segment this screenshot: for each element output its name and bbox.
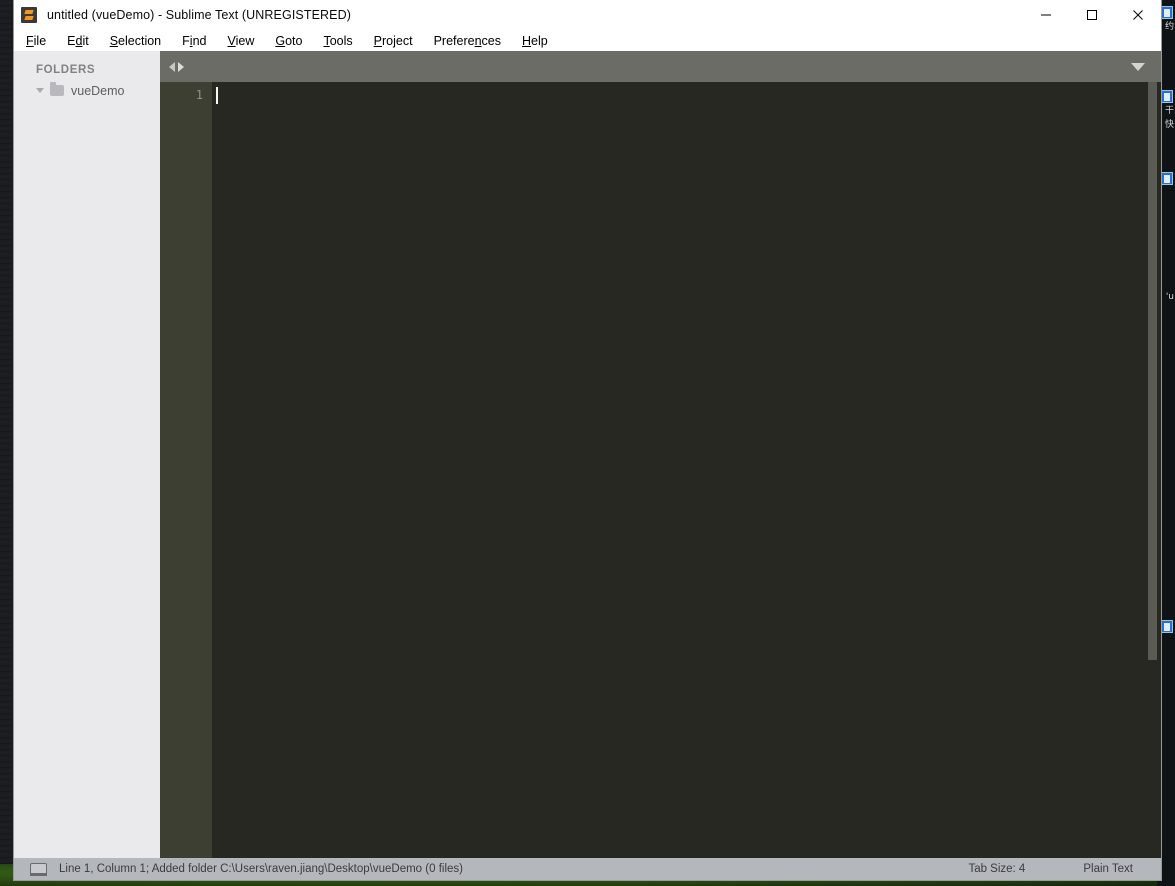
desktop-shortcut-icon[interactable] [1160, 90, 1173, 103]
status-bar: Line 1, Column 1; Added folder C:\Users\… [14, 858, 1161, 880]
menu-item-goto[interactable]: Goto [275, 34, 302, 48]
status-syntax-mode[interactable]: Plain Text [1083, 863, 1133, 875]
arrow-right-icon[interactable] [178, 61, 184, 72]
maximize-icon [1087, 10, 1097, 20]
status-tab-size[interactable]: Tab Size: 4 [968, 863, 1025, 875]
menu-item-view[interactable]: View [227, 34, 254, 48]
chevron-down-icon[interactable] [36, 88, 44, 93]
window-title: untitled (vueDemo) - Sublime Text (UNREG… [47, 8, 351, 22]
menu-item-find[interactable]: Find [182, 34, 206, 48]
desktop-shortcut-icon[interactable] [1160, 620, 1173, 633]
editor-pane: 1 [160, 51, 1161, 858]
sidebar-folder-vuedemo[interactable]: vueDemo [14, 82, 160, 99]
menu-item-project[interactable]: Project [374, 34, 413, 48]
tab-bar [160, 51, 1161, 82]
desktop-icon-label: 干 [1164, 106, 1174, 116]
editor-area[interactable]: 1 [160, 82, 1161, 858]
title-bar: untitled (vueDemo) - Sublime Text (UNREG… [14, 0, 1161, 30]
menu-item-help[interactable]: Help [522, 34, 548, 48]
menu-item-file[interactable]: File [26, 34, 46, 48]
sublime-text-logo-icon [21, 7, 37, 23]
status-message: Line 1, Column 1; Added folder C:\Users\… [59, 863, 463, 875]
desktop-icon-label: 'u [1165, 292, 1174, 302]
maximize-button[interactable] [1069, 0, 1115, 30]
monitor-icon[interactable] [29, 863, 47, 876]
arrow-left-icon[interactable] [169, 61, 175, 72]
status-bar-right: Tab Size: 4 Plain Text [968, 863, 1161, 875]
menu-item-tools[interactable]: Tools [323, 34, 352, 48]
folder-icon [50, 82, 64, 96]
menu-item-edit[interactable]: Edit [67, 34, 89, 48]
minimize-button[interactable] [1023, 0, 1069, 30]
desktop-shortcut-icon[interactable] [1160, 6, 1173, 19]
desktop-wallpaper-left [0, 0, 14, 886]
line-number: 1 [195, 88, 203, 102]
desktop-icon-label: 约 [1164, 22, 1174, 32]
code-text-area[interactable] [212, 82, 1161, 858]
menu-item-selection[interactable]: Selection [110, 34, 161, 48]
menu-bar: File Edit Selection Find View Goto Tools… [14, 30, 1161, 51]
sidebar-folder-label: vueDemo [71, 83, 125, 98]
minimize-icon [1041, 14, 1051, 16]
close-icon [1133, 10, 1143, 20]
line-number-gutter: 1 [160, 82, 212, 858]
chevron-down-icon[interactable] [1131, 62, 1145, 71]
sidebar: FOLDERS vueDemo [14, 51, 160, 858]
scrollbar-thumb[interactable] [1148, 82, 1157, 660]
window-controls [1023, 0, 1161, 30]
sublime-text-window: untitled (vueDemo) - Sublime Text (UNREG… [14, 0, 1161, 880]
editor-vertical-scrollbar[interactable] [1148, 82, 1157, 858]
text-caret [216, 87, 218, 104]
window-body: FOLDERS vueDemo 1 [14, 51, 1161, 858]
sidebar-section-folders-header: FOLDERS [36, 64, 96, 76]
close-button[interactable] [1115, 0, 1161, 30]
tab-nav-arrows [169, 61, 184, 72]
menu-item-preferences[interactable]: Preferences [434, 34, 501, 48]
desktop-icon-label: 快 [1164, 120, 1174, 130]
desktop-shortcut-icon[interactable] [1160, 172, 1173, 185]
